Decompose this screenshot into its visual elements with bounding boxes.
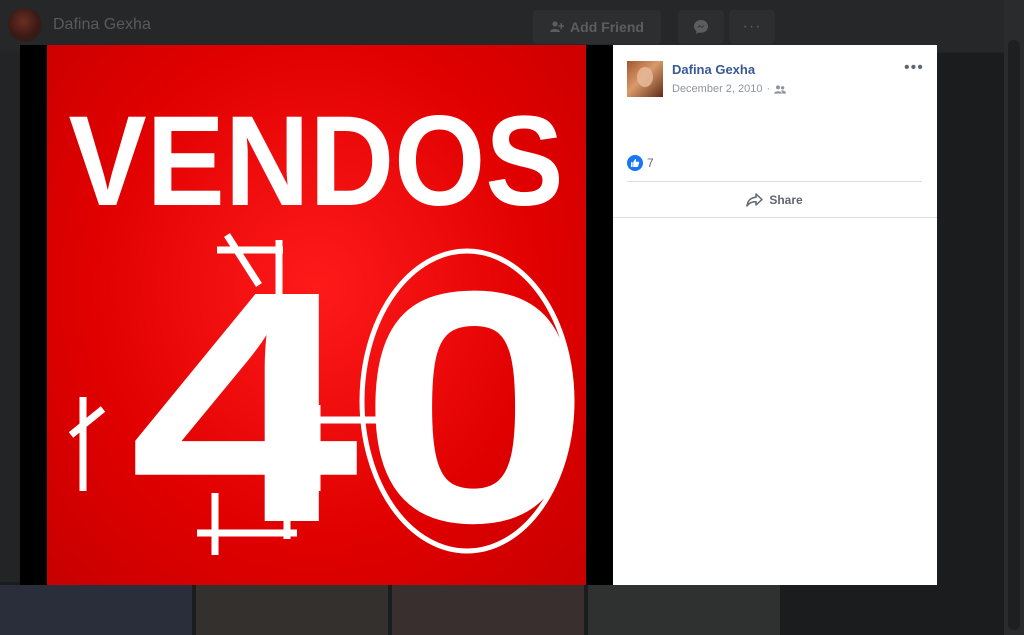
more-button[interactable]: ··· (729, 10, 775, 44)
add-friend-label: Add Friend (570, 19, 644, 35)
like-reaction-icon (627, 155, 643, 171)
background-photo-strip (0, 585, 780, 635)
post-panel: Dafina Gexha December 2, 2010 · ••• 7 Sh… (613, 45, 937, 585)
author-avatar[interactable] (627, 61, 663, 97)
poster-headline: VENDOS (69, 90, 564, 233)
post-meta: December 2, 2010 · (672, 83, 787, 95)
divider (613, 217, 937, 218)
share-icon (746, 193, 764, 207)
add-friend-button[interactable]: Add Friend (533, 10, 661, 44)
photo-viewer: VENDOS 40 (20, 45, 613, 585)
add-friend-icon (550, 21, 565, 32)
author-name[interactable]: Dafina Gexha (672, 62, 755, 77)
divider (627, 181, 922, 182)
like-count: 7 (647, 156, 654, 170)
messenger-icon (694, 20, 708, 34)
post-date[interactable]: December 2, 2010 (672, 83, 763, 95)
profile-avatar[interactable] (8, 8, 42, 42)
background-content (0, 52, 20, 582)
poster-graphic: VENDOS 40 (69, 90, 587, 585)
message-button[interactable] (678, 10, 724, 44)
photo-image[interactable]: VENDOS 40 (47, 45, 586, 585)
meta-separator: · (766, 83, 771, 95)
post-options-button[interactable]: ••• (904, 59, 924, 77)
reactions-summary[interactable]: 7 (627, 155, 654, 171)
scrollbar-thumb[interactable] (1008, 40, 1020, 630)
share-label: Share (769, 193, 803, 207)
profile-name[interactable]: Dafina Gexha (53, 16, 151, 34)
friends-icon[interactable] (774, 84, 787, 94)
share-button[interactable]: Share (627, 187, 922, 213)
page-scrollbar[interactable] (1004, 0, 1024, 635)
